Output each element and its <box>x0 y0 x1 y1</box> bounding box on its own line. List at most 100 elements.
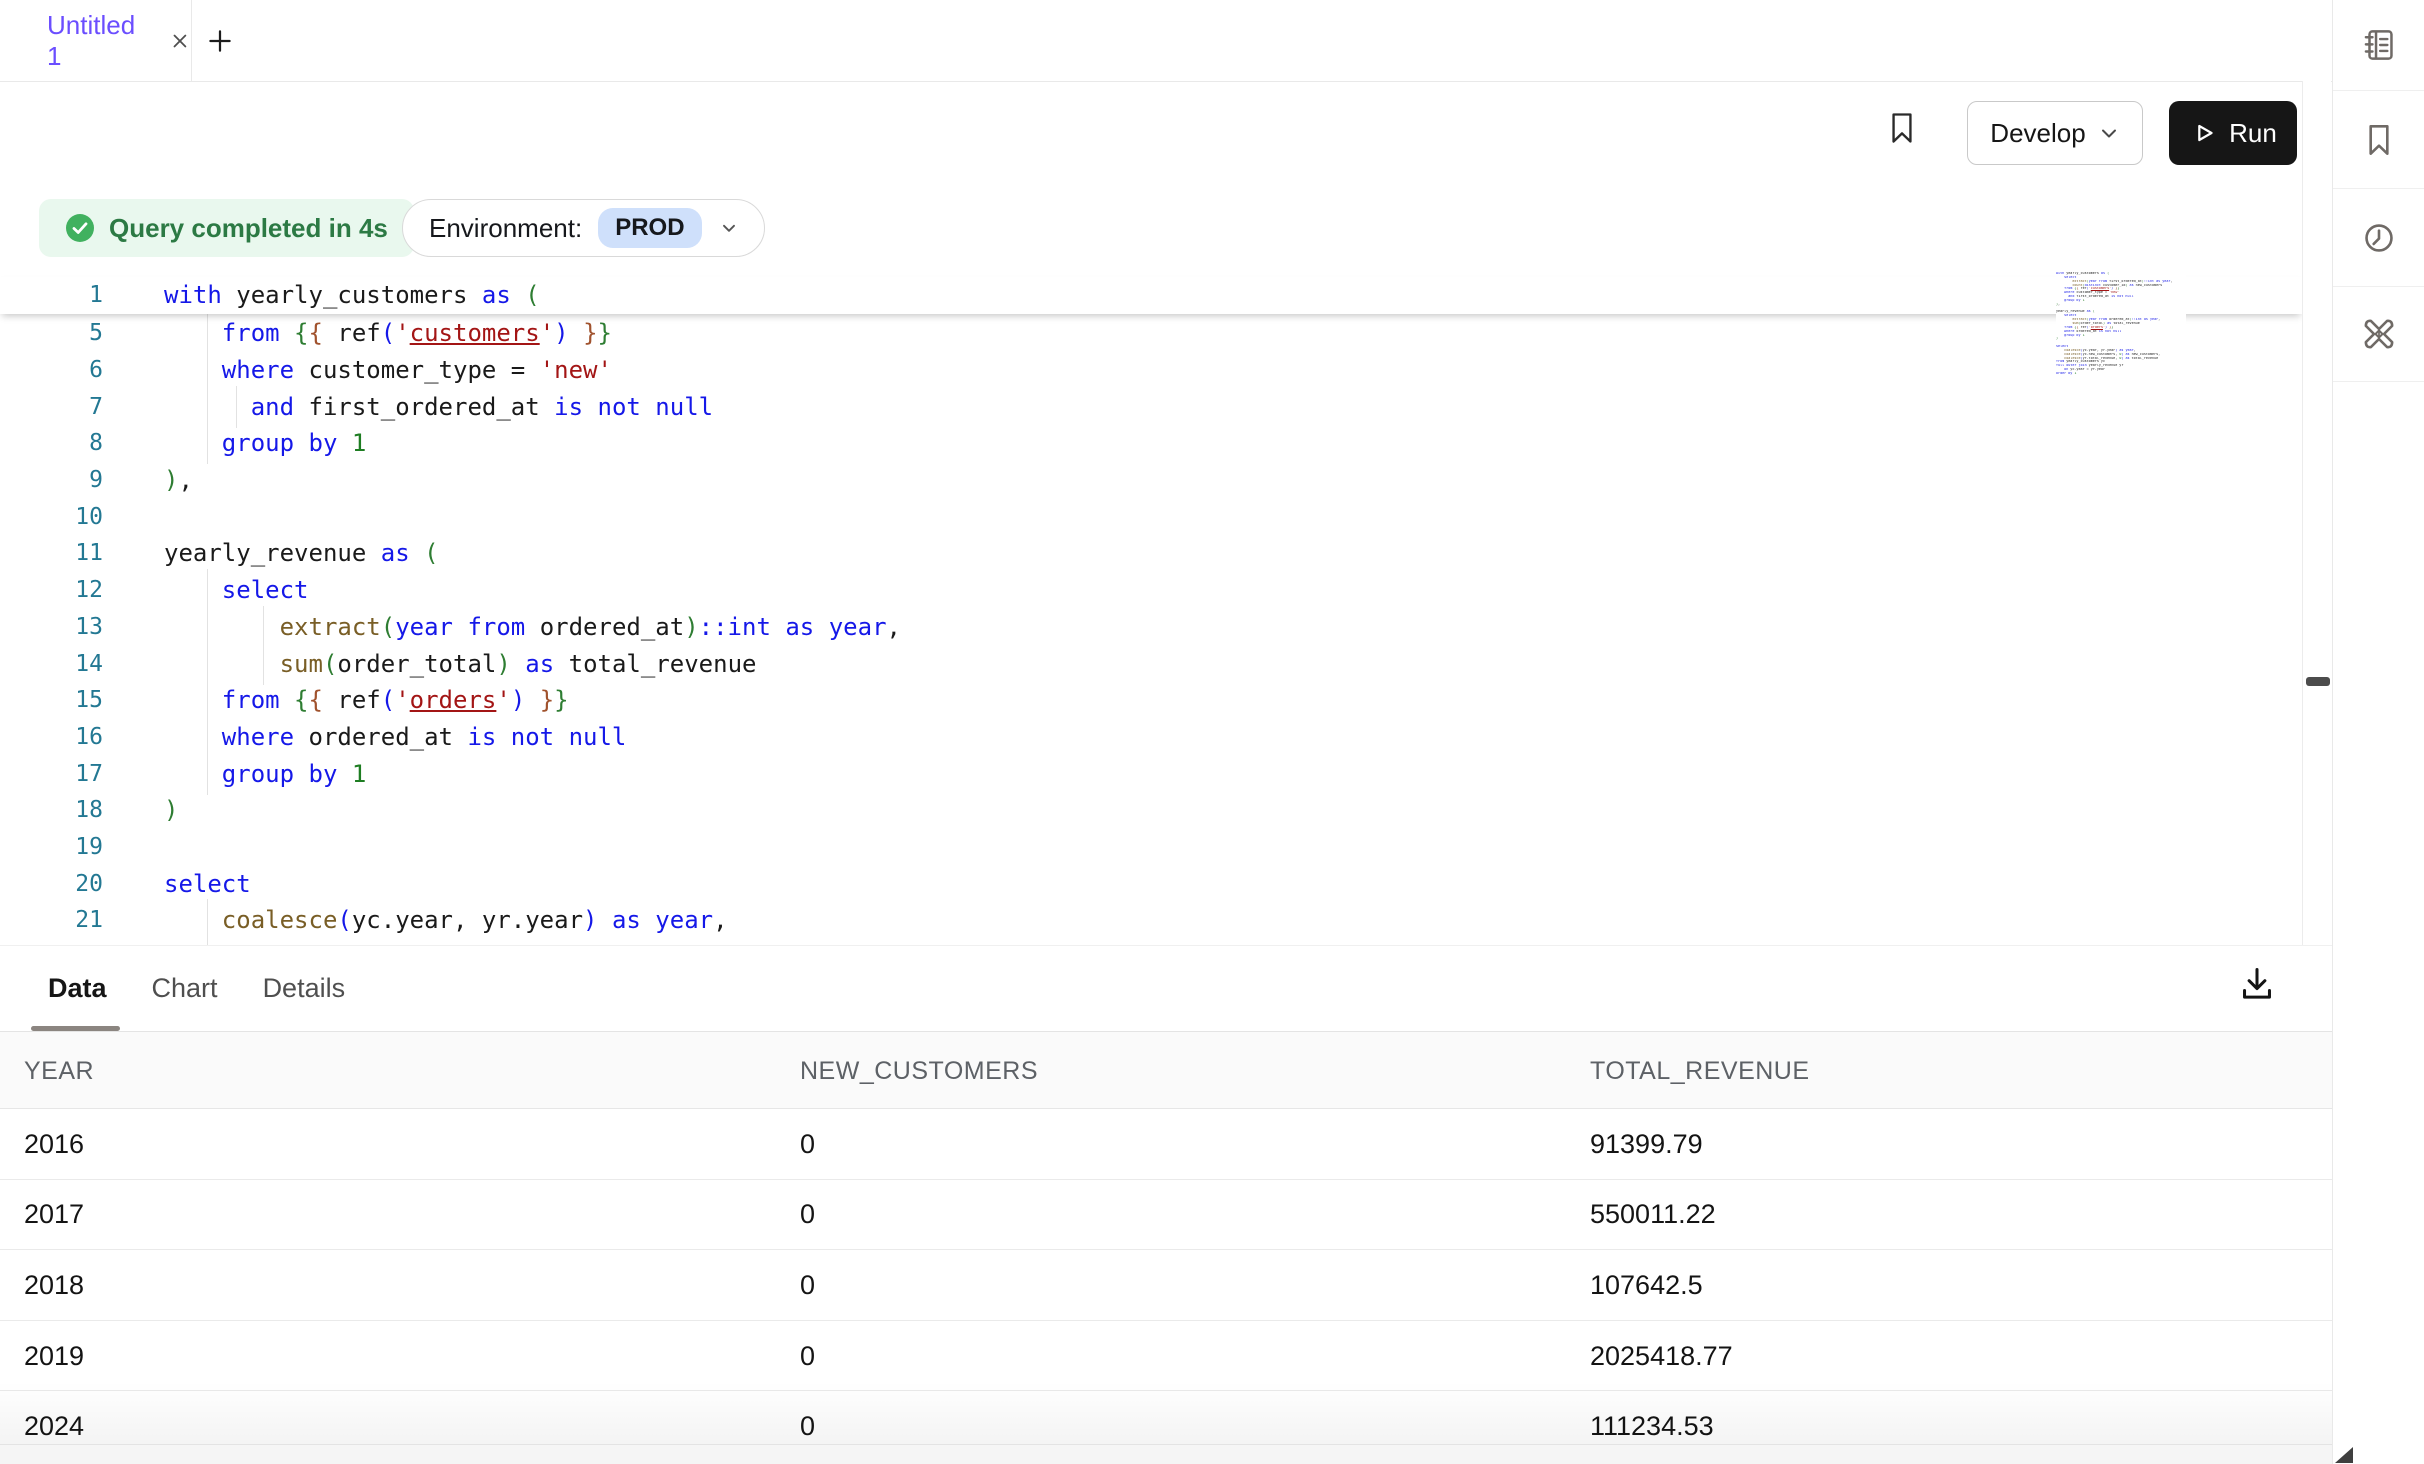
indent-guide <box>236 386 237 428</box>
results-panel: Data Chart Details YEAR NEW_CUSTOMERS TOTAL_… <box>0 945 2332 1464</box>
download-icon <box>2236 963 2278 1005</box>
run-button[interactable]: Run <box>2169 101 2297 165</box>
environment-label: Environment: <box>429 213 582 244</box>
code-line-16[interactable]: 16 where ordered_at is not null <box>0 719 2302 756</box>
code-line-12[interactable]: 12 select <box>0 572 2302 609</box>
table-cell: 2018 <box>24 1250 84 1321</box>
sidebar-item-bookmarks[interactable] <box>2333 91 2424 189</box>
line-number: 15 <box>0 687 103 713</box>
table-cell: 0 <box>800 1180 815 1251</box>
sidebar-item-history[interactable] <box>2333 189 2424 287</box>
sidebar-item-lineage[interactable] <box>2333 287 2424 382</box>
code-line-21[interactable]: 21 coalesce(yc.year, yr.year) as year, <box>0 902 2302 939</box>
code-line-17[interactable]: 17 group by 1 <box>0 755 2302 792</box>
ref-link[interactable]: orders <box>410 686 497 714</box>
query-status-pill: Query completed in 4s <box>39 199 414 257</box>
bottom-strip <box>0 1444 2332 1464</box>
editor-scrollbar-track <box>2302 81 2331 945</box>
environment-selector[interactable]: Environment: PROD <box>402 199 765 257</box>
notebook-icon <box>2360 26 2398 64</box>
compass-star-icon <box>2359 314 2399 354</box>
results-table-header: YEAR NEW_CUSTOMERS TOTAL_REVENUE <box>0 1031 2332 1109</box>
close-icon[interactable] <box>169 30 191 52</box>
results-table-body: 2016091399.7920170550011.2220180107642.5… <box>0 1109 2332 1462</box>
editor-minimap[interactable]: with yearly_customers as ( select extrac… <box>2056 272 2186 376</box>
code-line-20[interactable]: 20select <box>0 865 2302 902</box>
ref-link[interactable]: customers <box>410 319 540 347</box>
line-number: 21 <box>0 907 103 933</box>
chevron-down-icon <box>2098 122 2120 144</box>
download-results-button[interactable] <box>2236 963 2280 1007</box>
line-number: 17 <box>0 761 103 787</box>
table-row[interactable]: 2017 0 550011.22 <box>0 1180 2332 1251</box>
new-tab-button[interactable] <box>204 25 236 57</box>
ref-link[interactable]: customers <box>2091 287 2109 290</box>
line-number: 14 <box>0 651 103 677</box>
bookmark-icon <box>2360 121 2398 159</box>
ref-link[interactable]: orders <box>2091 326 2103 329</box>
table-cell: 2025418.77 <box>1590 1321 1733 1392</box>
bookmark-query-button[interactable] <box>1884 108 1928 158</box>
table-cell: 550011.22 <box>1590 1180 1716 1251</box>
column-header-total_revenue[interactable]: TOTAL_REVENUE <box>1590 1032 1810 1110</box>
plus-icon <box>204 25 236 57</box>
table-row[interactable]: 201902025418.77 <box>0 1321 2332 1392</box>
table-row[interactable]: 20180107642.5 <box>0 1250 2332 1321</box>
tab-untitled-1[interactable]: Untitled 1 <box>0 0 192 81</box>
table-cell: 91399.79 <box>1590 1109 1703 1180</box>
sticky-line[interactable]: 1with yearly_customers as ( <box>0 277 2302 314</box>
code-line-15[interactable]: 15 from {{ ref('orders') }} <box>0 682 2302 719</box>
line-number: 8 <box>0 430 103 456</box>
indent-guide <box>207 349 208 391</box>
code-line-13[interactable]: 13 extract(year from ordered_at)::int as… <box>0 609 2302 646</box>
line-number: 10 <box>0 504 103 530</box>
line-number: 6 <box>0 357 103 383</box>
tab-label: Untitled 1 <box>47 10 156 72</box>
indent-guide <box>207 422 208 464</box>
line-number: 1 <box>0 282 103 308</box>
code-line-18[interactable]: 18) <box>0 792 2302 829</box>
indent-guide <box>207 753 208 795</box>
results-tab-chart[interactable]: Chart <box>152 946 218 1031</box>
column-header-year[interactable]: YEAR <box>24 1032 94 1110</box>
code-line-5[interactable]: 5 from {{ ref('customers') }} <box>0 315 2302 352</box>
line-number: 9 <box>0 467 103 493</box>
code-line-6[interactable]: 6 where customer_type = 'new' <box>0 352 2302 389</box>
indent-guide <box>207 643 208 685</box>
line-number: 16 <box>0 724 103 750</box>
editor-scrollbar-thumb[interactable] <box>2306 677 2330 686</box>
indent-guide <box>263 643 264 685</box>
indent-guide <box>207 899 208 941</box>
code-line-1[interactable]: 1with yearly_customers as ( <box>0 277 2302 314</box>
table-cell: 2017 <box>24 1180 84 1251</box>
results-tab-bar: Data Chart Details <box>0 946 345 1031</box>
indent-guide <box>207 386 208 428</box>
table-cell: 0 <box>800 1109 815 1180</box>
sidebar-item-notebook[interactable] <box>2333 0 2424 91</box>
query-status-text: Query completed in 4s <box>109 213 388 244</box>
code-line-11[interactable]: 11yearly_revenue as ( <box>0 535 2302 572</box>
check-circle-icon <box>65 213 95 243</box>
code-line-14[interactable]: 14 sum(order_total) as total_revenue <box>0 645 2302 682</box>
table-row[interactable]: 2016091399.79 <box>0 1109 2332 1180</box>
develop-dropdown[interactable]: Develop <box>1967 101 2143 165</box>
line-number: 19 <box>0 834 103 860</box>
code-line-9[interactable]: 9), <box>0 462 2302 499</box>
code-line-10[interactable]: 10 <box>0 498 2302 535</box>
indent-guide <box>207 569 208 611</box>
code-line-7[interactable]: 7 and first_ordered_at is not null <box>0 388 2302 425</box>
resize-grip-icon <box>2334 1446 2354 1464</box>
results-tab-details[interactable]: Details <box>263 946 346 1031</box>
indent-guide <box>207 679 208 721</box>
indent-guide <box>207 936 208 945</box>
code-line-8[interactable]: 8 group by 1 <box>0 425 2302 462</box>
code-line-19[interactable]: 19 <box>0 829 2302 866</box>
sql-editor[interactable]: 5 from {{ ref('customers') }}6 where cus… <box>0 262 2302 945</box>
column-header-new_customers[interactable]: NEW_CUSTOMERS <box>800 1032 1038 1110</box>
indent-guide <box>207 606 208 648</box>
environment-value-badge: PROD <box>598 208 701 248</box>
resize-grip[interactable] <box>2334 1446 2354 1464</box>
line-number: 7 <box>0 394 103 420</box>
table-cell: 2019 <box>24 1321 84 1392</box>
results-tab-data[interactable]: Data <box>48 946 107 1031</box>
